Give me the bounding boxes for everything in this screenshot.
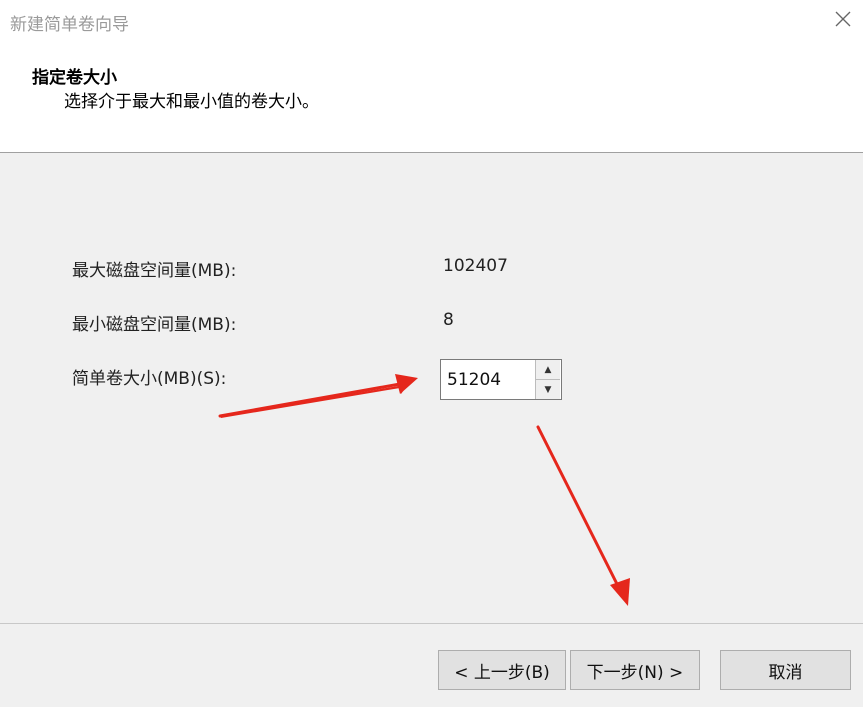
arrow-to-size-input (218, 374, 418, 418)
window-title: 新建简单卷向导 (10, 15, 129, 35)
arrow-to-next-button (536, 425, 630, 606)
caret-up-icon: ▲ (544, 364, 552, 375)
min-space-value: 8 (443, 310, 454, 330)
close-icon[interactable] (833, 9, 853, 29)
spin-up-button[interactable]: ▲ (536, 360, 560, 380)
cancel-button[interactable]: 取消 (720, 650, 851, 690)
footer-divider (0, 623, 863, 624)
header-divider (0, 152, 863, 153)
max-space-label: 最大磁盘空间量(MB): (72, 261, 237, 281)
next-button[interactable]: 下一步(N) > (570, 650, 700, 690)
caret-down-icon: ▼ (544, 384, 552, 395)
volume-size-label: 简单卷大小(MB)(S): (72, 369, 227, 389)
min-space-label: 最小磁盘空间量(MB): (72, 315, 237, 335)
spin-buttons: ▲ ▼ (535, 360, 561, 399)
page-title: 指定卷大小 (32, 68, 117, 88)
spin-down-button[interactable]: ▼ (536, 380, 560, 399)
wizard-header: 指定卷大小 选择介于最大和最小值的卷大小。 (0, 42, 863, 152)
back-button[interactable]: < 上一步(B) (438, 650, 566, 690)
title-bar: 新建简单卷向导 (0, 0, 863, 42)
volume-size-stepper[interactable]: ▲ ▼ (440, 359, 562, 400)
volume-size-input[interactable] (441, 360, 536, 399)
page-subtitle: 选择介于最大和最小值的卷大小。 (64, 92, 319, 112)
max-space-value: 102407 (443, 256, 508, 276)
